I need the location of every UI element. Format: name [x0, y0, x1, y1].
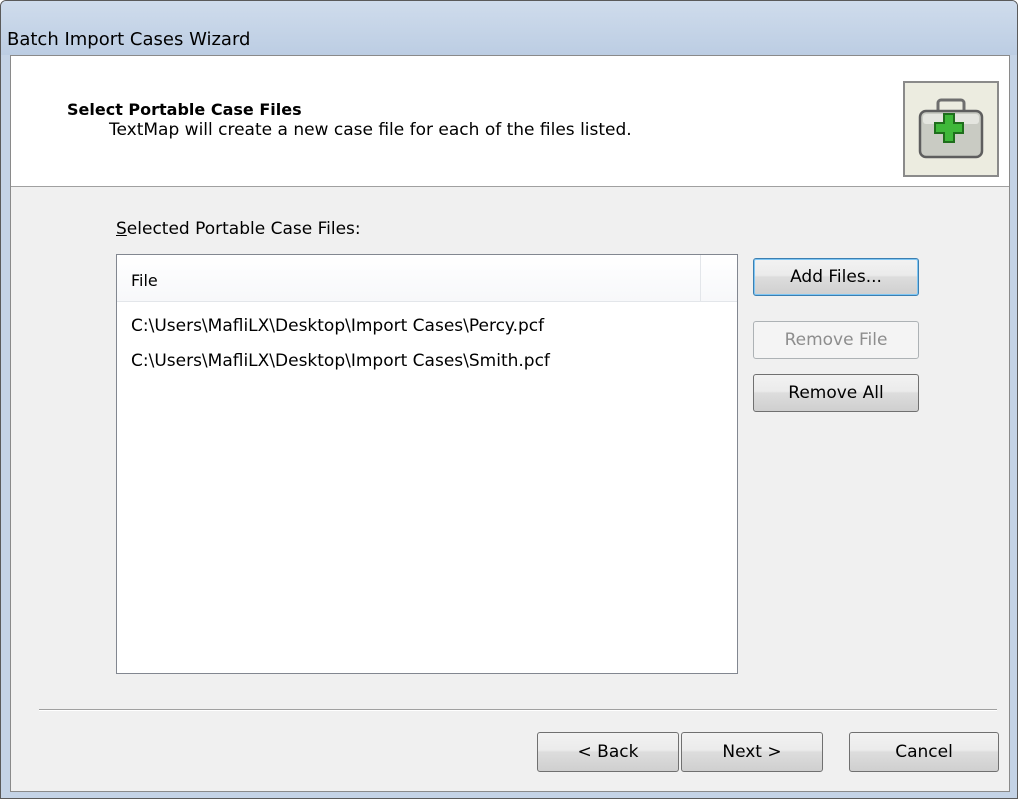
- wizard-window: Batch Import Cases Wizard Select Portabl…: [0, 0, 1018, 799]
- back-button[interactable]: < Back: [537, 732, 679, 772]
- files-listview[interactable]: File C:\Users\MafliLX\Desktop\Import Cas…: [116, 254, 738, 674]
- next-button[interactable]: Next >: [681, 732, 823, 772]
- label-rest: elected Portable Case Files:: [126, 219, 361, 239]
- add-files-button[interactable]: Add Files...: [753, 258, 919, 296]
- remove-all-button[interactable]: Remove All: [753, 374, 919, 412]
- page-title: Select Portable Case Files: [67, 100, 302, 119]
- wizard-client-area: Select Portable Case Files TextMap will …: [10, 55, 1010, 792]
- listview-header: File: [117, 255, 737, 302]
- medical-case-plus-icon: [903, 81, 999, 177]
- title-bar[interactable]: Batch Import Cases Wizard: [1, 1, 1017, 55]
- label-mnemonic: S: [116, 219, 127, 239]
- list-item[interactable]: C:\Users\MafliLX\Desktop\Import Cases\Sm…: [131, 351, 550, 371]
- remove-file-button[interactable]: Remove File: [753, 321, 919, 359]
- page-subtitle: TextMap will create a new case file for …: [109, 120, 632, 140]
- column-header-spacer[interactable]: [701, 255, 737, 301]
- footer-divider: [39, 709, 997, 711]
- list-item[interactable]: C:\Users\MafliLX\Desktop\Import Cases\Pe…: [131, 316, 544, 336]
- column-header-file-label: File: [131, 271, 158, 290]
- wizard-header: Select Portable Case Files TextMap will …: [11, 56, 1009, 187]
- column-header-file[interactable]: File: [117, 255, 701, 301]
- selected-files-label: Selected Portable Case Files:: [116, 219, 361, 239]
- window-title: Batch Import Cases Wizard: [7, 29, 251, 50]
- medical-case-icon-graphic: [918, 98, 984, 159]
- cancel-button[interactable]: Cancel: [849, 732, 999, 772]
